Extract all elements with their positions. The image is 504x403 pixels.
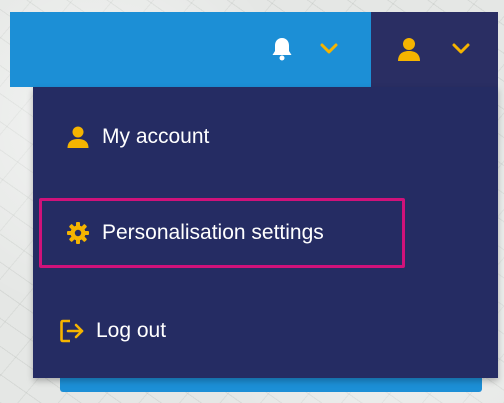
menu-item-label: Personalisation settings (102, 221, 324, 244)
chevron-down-icon[interactable] (318, 38, 340, 60)
user-menu-toggle[interactable] (371, 12, 498, 87)
user-icon (67, 126, 89, 148)
menu-item-my-account[interactable]: My account (66, 122, 209, 152)
user-icon[interactable] (396, 36, 422, 62)
menu-item-personalisation-settings[interactable]: Personalisation settings (39, 198, 405, 268)
top-header-bar (10, 12, 371, 87)
menu-item-label: My account (102, 125, 210, 148)
logout-icon (60, 319, 84, 343)
menu-item-label: Log out (96, 319, 167, 342)
menu-item-log-out[interactable]: Log out (60, 316, 166, 346)
bell-icon[interactable] (270, 36, 294, 62)
chevron-down-icon[interactable] (450, 38, 472, 60)
gear-icon (67, 222, 89, 244)
